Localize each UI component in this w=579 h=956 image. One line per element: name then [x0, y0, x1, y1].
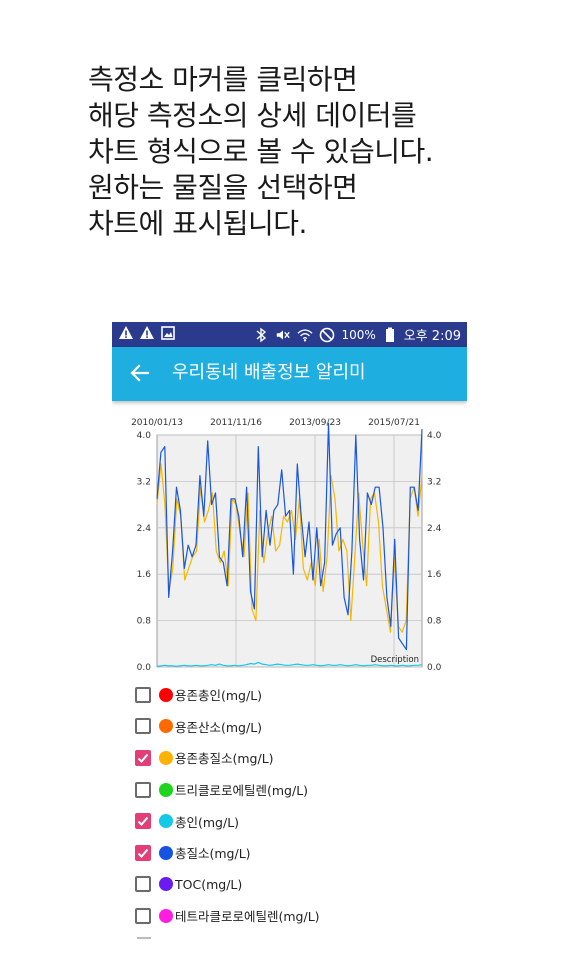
checklist-label: 용존총질소(mg/L)	[175, 751, 274, 767]
clock-time: 오후 2:09	[403, 329, 461, 344]
checklist-item[interactable]: 용존총인(mg/L)	[112, 679, 467, 711]
scroll-indicator	[137, 937, 151, 939]
checklist-label: 총인(mg/L)	[175, 814, 240, 830]
substance-checklist: 용존총인(mg/L) 용존산소(mg/L) 용존총질소(mg/L) 트리클로로에틸렌(…	[112, 679, 467, 932]
image-icon	[160, 325, 176, 341]
y-tick-label-left: 2.4	[137, 524, 152, 534]
checkbox[interactable]	[135, 781, 151, 798]
intro-line: 차트에 표시됩니다.	[88, 207, 307, 240]
checklist-label: 트리클로로에틸렌(mg/L)	[175, 783, 309, 799]
checklist-item[interactable]: 용존총질소(mg/L)	[112, 742, 467, 774]
mute-icon	[275, 327, 291, 343]
app-title: 우리동네 배출정보 알리미	[172, 362, 366, 383]
checklist-label: 용존총인(mg/L)	[175, 688, 263, 704]
color-swatch	[159, 719, 173, 734]
app-bar: 우리동네 배출정보 알리미	[112, 347, 467, 401]
color-swatch	[159, 845, 173, 860]
battery-percent: 100%	[341, 327, 376, 342]
checklist-item[interactable]: 테트라클로로에틸렌(mg/L)	[112, 900, 467, 932]
arrow-back-icon[interactable]	[128, 361, 152, 385]
y-tick-label-left: 0.8	[137, 617, 152, 627]
y-tick-label-right: 2.4	[427, 524, 442, 534]
checklist-label: 테트라클로로에틸렌(mg/L)	[175, 909, 320, 925]
line-chart[interactable]: 0.0 0.0 0.8 0.8 1.6 1.6 2.4 2.4 3.2 3.2 4.0 4.0 2010…	[112, 410, 467, 672]
do-not-disturb-icon	[319, 327, 335, 343]
checkbox[interactable]	[135, 907, 151, 924]
intro-line: 원하는 물질을 선택하면	[88, 171, 358, 204]
warning-icon	[118, 325, 134, 341]
intro-line: 해당 측정소의 상세 데이터를	[88, 99, 417, 132]
checklist-item[interactable]: 총인(mg/L)	[112, 805, 467, 837]
bluetooth-icon	[253, 327, 269, 343]
checkbox[interactable]	[135, 718, 151, 735]
y-tick-label-left: 4.0	[137, 431, 152, 441]
checkbox[interactable]	[135, 813, 151, 830]
checkbox[interactable]	[135, 749, 151, 766]
y-tick-label-left: 0.0	[137, 663, 152, 672]
y-tick-label-right: 4.0	[427, 431, 442, 441]
checkbox[interactable]	[135, 844, 151, 861]
checklist-item[interactable]: 용존산소(mg/L)	[112, 711, 467, 743]
y-tick-label-right: 3.2	[427, 477, 441, 487]
checklist-label: 용존산소(mg/L)	[175, 719, 263, 735]
y-tick-label-left: 3.2	[137, 477, 151, 487]
phone-screenshot: 100% 오후 2:09 우리동네 배출정보 알리미 0.0 0.0 0.8 0.8 1…	[112, 322, 467, 956]
checklist-item[interactable]: 트리클로로에틸렌(mg/L)	[112, 774, 467, 806]
checkbox[interactable]	[135, 686, 151, 703]
chart-description: Description	[371, 655, 419, 665]
color-swatch	[159, 814, 173, 829]
wifi-icon	[297, 327, 313, 343]
y-tick-label-right: 0.0	[427, 663, 442, 672]
color-swatch	[159, 877, 173, 892]
intro-text: 측정소 마커를 클릭하면 해당 측정소의 상세 데이터를 차트 형식으로 볼 수…	[88, 62, 558, 242]
checkbox[interactable]	[135, 876, 151, 893]
y-tick-label-right: 0.8	[427, 617, 442, 627]
color-swatch	[159, 908, 173, 923]
x-tick-label: 2013/09/23	[289, 418, 341, 428]
intro-line: 측정소 마커를 클릭하면	[88, 63, 358, 96]
color-swatch	[159, 782, 173, 797]
checklist-label: 총질소(mg/L)	[175, 846, 251, 862]
color-swatch	[159, 750, 173, 765]
battery-icon	[382, 327, 398, 343]
y-tick-label-left: 1.6	[137, 570, 152, 580]
x-tick-label: 2010/01/13	[131, 418, 183, 428]
checklist-item[interactable]: TOC(mg/L)	[112, 869, 467, 901]
x-tick-label: 2011/11/16	[210, 418, 262, 428]
x-tick-label: 2015/07/21	[368, 418, 420, 428]
checklist-item[interactable]: 총질소(mg/L)	[112, 837, 467, 869]
y-tick-label-right: 1.6	[427, 570, 442, 580]
color-swatch	[159, 687, 173, 702]
intro-line: 차트 형식으로 볼 수 있습니다.	[88, 135, 434, 168]
checklist-label: TOC(mg/L)	[175, 876, 243, 892]
warning-icon	[139, 325, 155, 341]
status-bar: 100% 오후 2:09	[112, 322, 467, 347]
